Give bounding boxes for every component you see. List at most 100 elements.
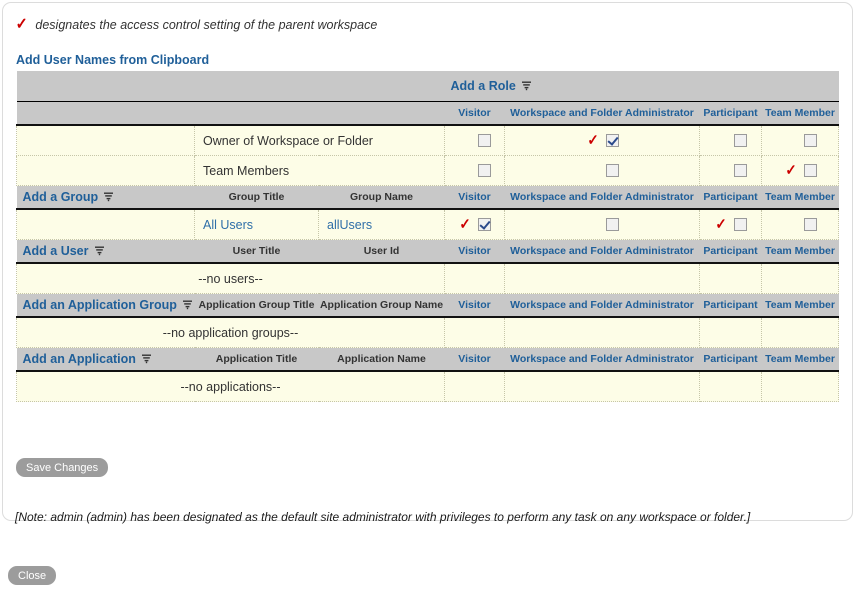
permission-cell: ✓ xyxy=(445,209,505,240)
role-col-header-appgroup-3: Team Member xyxy=(762,294,839,318)
parent-setting-check-placeholder: ✓ xyxy=(715,133,728,148)
col-header-title-user: User Title xyxy=(195,240,319,264)
filter-funnel-icon[interactable] xyxy=(94,245,105,256)
role-checkbox-role-2[interactable] xyxy=(734,164,747,177)
role-col-header-application-0: Visitor xyxy=(445,348,505,372)
empty-cell xyxy=(505,317,700,348)
role-col-header-2: Participant xyxy=(700,102,762,126)
check-mark-icon: ✓ xyxy=(16,17,28,33)
role-col-header-application-2: Participant xyxy=(700,348,762,372)
empty-cell xyxy=(445,317,505,348)
close-button[interactable]: Close xyxy=(8,566,56,585)
empty-cell xyxy=(700,317,762,348)
empty-cell xyxy=(505,371,700,402)
access-control-panel: ✓ designates the access control setting … xyxy=(2,2,853,521)
col-header-name-application: Application Name xyxy=(319,348,445,372)
permission-cell: ✓ xyxy=(762,209,839,240)
role-checkbox-group-3[interactable] xyxy=(804,218,817,231)
role-checkbox-role-1[interactable] xyxy=(606,134,619,147)
col-header-title-group: Group Title xyxy=(195,186,319,210)
filter-funnel-icon[interactable] xyxy=(521,80,532,91)
role-col-header-appgroup-1: Workspace and Folder Administrator xyxy=(505,294,700,318)
permission-cell: ✓ xyxy=(505,125,700,156)
parent-setting-check-placeholder: ✓ xyxy=(784,133,797,148)
permission-cell: ✓ xyxy=(505,209,700,240)
col-header-name-appgroup: Application Group Name xyxy=(319,294,445,318)
add-group-header-cell: Add a Group xyxy=(17,186,195,210)
filter-funnel-icon[interactable] xyxy=(103,191,114,202)
role-checkbox-role-0[interactable] xyxy=(478,134,491,147)
row-spacer xyxy=(17,125,195,156)
role-checkbox-role-1[interactable] xyxy=(606,164,619,177)
empty-row: --no applications-- xyxy=(17,371,839,402)
role-col-header-3: Team Member xyxy=(762,102,839,126)
band-spacer xyxy=(195,71,319,102)
role-col-header-user-1: Workspace and Folder Administrator xyxy=(505,240,700,264)
role-col-header-group-0: Visitor xyxy=(445,186,505,210)
section-header-group: Add a GroupGroup TitleGroup NameVisitorW… xyxy=(17,186,839,210)
add-user-names-from-clipboard-link[interactable]: Add User Names from Clipboard xyxy=(16,53,209,67)
row-spacer xyxy=(17,156,195,186)
table-row: All UsersallUsers✓✓✓✓ xyxy=(17,209,839,240)
empty-cell xyxy=(700,263,762,294)
role-checkbox-role-0[interactable] xyxy=(478,164,491,177)
role-checkbox-group-2[interactable] xyxy=(734,218,747,231)
add-application-link[interactable]: Add an Application xyxy=(23,352,136,366)
entry-title-cell[interactable]: All Users xyxy=(195,209,319,240)
band-spacer xyxy=(17,71,195,102)
add-role-header-cell: Add a Role xyxy=(445,71,839,102)
empty-row: --no application groups-- xyxy=(17,317,839,348)
role-checkbox-group-1[interactable] xyxy=(606,218,619,231)
parent-setting-check-placeholder: ✓ xyxy=(586,163,599,178)
role-col-header-user-3: Team Member xyxy=(762,240,839,264)
add-group-link[interactable]: Add a Group xyxy=(23,190,99,204)
role-col-header-0: Visitor xyxy=(445,102,505,126)
parent-setting-check-placeholder: ✓ xyxy=(459,133,472,148)
permission-cell: ✓ xyxy=(700,125,762,156)
table-row: Team Members ✓ ✓ ✓ ✓ xyxy=(17,156,839,186)
role-column-header-row: VisitorWorkspace and Folder Administrato… xyxy=(17,102,839,126)
empty-message-appgroup: --no application groups-- xyxy=(17,317,445,348)
add-appgroup-header-cell: Add an Application Group xyxy=(17,294,195,318)
add-user-link[interactable]: Add a User xyxy=(23,244,89,258)
add-a-role-link[interactable]: Add a Role xyxy=(451,79,516,93)
role-checkbox-group-0[interactable] xyxy=(478,218,491,231)
access-control-table: Add a RoleVisitorWorkspace and Folder Ad… xyxy=(16,71,839,402)
parent-setting-check-placeholder: ✓ xyxy=(784,217,797,232)
empty-cell xyxy=(445,263,505,294)
parent-setting-check-placeholder: ✓ xyxy=(586,217,599,232)
access-control-screen: ✓ designates the access control setting … xyxy=(0,0,859,597)
filter-funnel-icon[interactable] xyxy=(182,299,193,310)
role-checkbox-role-2[interactable] xyxy=(734,134,747,147)
role-name-cell: Team Members xyxy=(195,156,445,186)
role-checkbox-role-3[interactable] xyxy=(804,134,817,147)
empty-row: --no users-- xyxy=(17,263,839,294)
role-col-header-user-2: Participant xyxy=(700,240,762,264)
permission-cell: ✓ xyxy=(762,156,839,186)
permission-cell: ✓ xyxy=(762,125,839,156)
permission-cell: ✓ xyxy=(445,156,505,186)
permission-cell: ✓ xyxy=(700,209,762,240)
role-col-header-group-2: Participant xyxy=(700,186,762,210)
filter-funnel-icon[interactable] xyxy=(141,353,152,364)
parent-setting-check-icon: ✓ xyxy=(784,163,797,178)
parent-setting-check-icon: ✓ xyxy=(586,133,599,148)
role-checkbox-role-3[interactable] xyxy=(804,164,817,177)
col-header-name-user: User Id xyxy=(319,240,445,264)
parent-setting-check-icon: ✓ xyxy=(715,217,728,232)
role-col-header-appgroup-2: Participant xyxy=(700,294,762,318)
header-spacer xyxy=(195,102,319,126)
permission-cell: ✓ xyxy=(445,125,505,156)
add-role-band-row: Add a Role xyxy=(17,71,839,102)
parent-setting-check-placeholder: ✓ xyxy=(459,163,472,178)
empty-cell xyxy=(762,263,839,294)
section-header-application: Add an ApplicationApplication TitleAppli… xyxy=(17,348,839,372)
row-spacer xyxy=(17,209,195,240)
table-row: Owner of Workspace or Folder ✓ ✓ ✓ ✓ xyxy=(17,125,839,156)
save-changes-button[interactable]: Save Changes xyxy=(16,458,108,477)
add-appgroup-link[interactable]: Add an Application Group xyxy=(23,298,177,312)
role-name-cell: Owner of Workspace or Folder xyxy=(195,125,445,156)
permission-cell: ✓ xyxy=(700,156,762,186)
parent-setting-legend: ✓ designates the access control setting … xyxy=(15,17,377,33)
entry-name-cell[interactable]: allUsers xyxy=(319,209,445,240)
